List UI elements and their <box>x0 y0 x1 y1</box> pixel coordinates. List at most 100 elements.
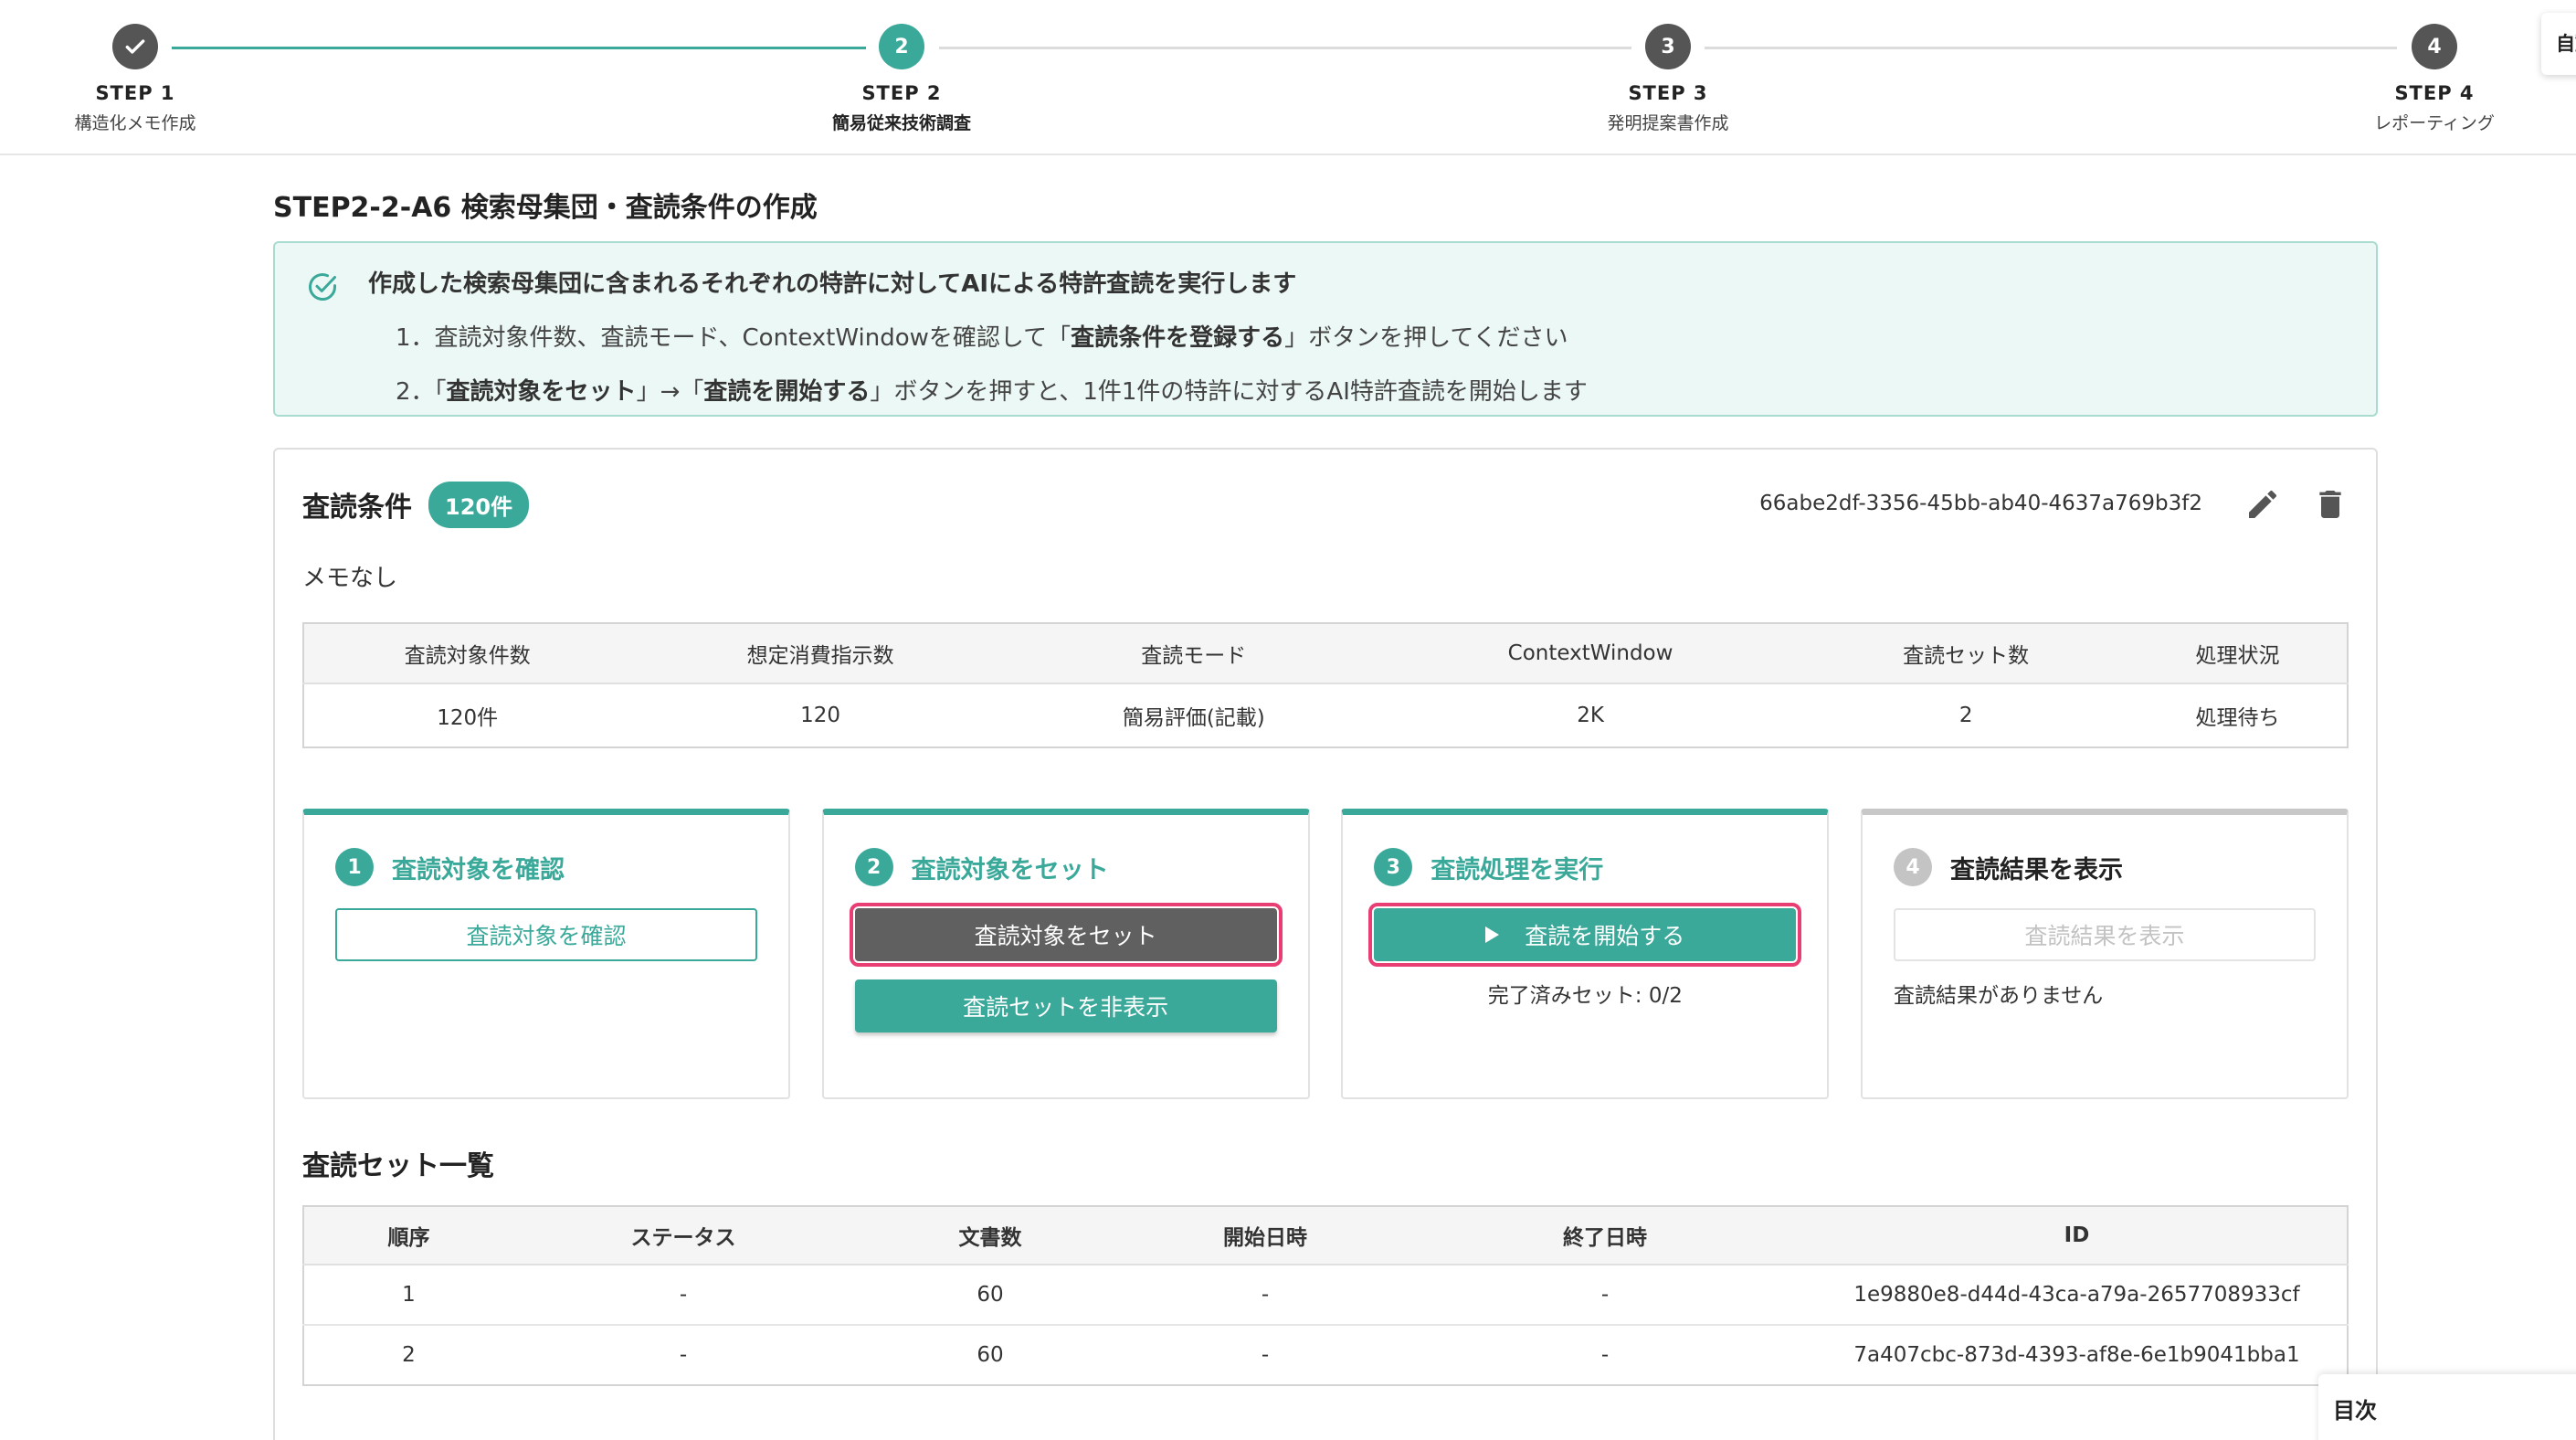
show-results-button[interactable]: 査読結果を表示 <box>1893 908 2316 961</box>
stepper: STEP 1 構造化メモ作成 2 STEP 2 簡易従来技術調査 3 STEP … <box>0 0 2576 155</box>
set-status: - <box>679 1343 688 1367</box>
info-line-2-prefix: 2．「 <box>396 378 447 406</box>
step-connector-2-3 <box>939 47 1631 49</box>
play-icon <box>1485 926 1500 943</box>
step-connector-3-4 <box>1705 47 2397 49</box>
set-docs: 60 <box>977 1343 1004 1367</box>
set-header-status: ステータス <box>513 1206 853 1265</box>
hide-sets-button[interactable]: 査読セットを非表示 <box>854 979 1277 1032</box>
set-header-end: 終了日時 <box>1403 1206 1807 1265</box>
confirm-target-button[interactable]: 査読対象を確認 <box>335 908 757 961</box>
info-line-2-bold-1: 査読対象をセット <box>446 378 637 406</box>
set-end: - <box>1600 1343 1610 1367</box>
step-4-label: STEP 4 <box>2394 82 2475 104</box>
action-number-2: 2 <box>854 848 893 886</box>
header-context-window: ContextWindow <box>1377 623 1804 684</box>
set-status: - <box>513 1265 853 1326</box>
header-set-count: 査読セット数 <box>1803 623 2129 684</box>
step-2-number: 2 <box>879 24 924 69</box>
value-set-count: 2 <box>1958 704 1973 727</box>
set-start: - <box>1261 1343 1270 1367</box>
action-title-2: 査読対象をセット <box>911 855 1109 884</box>
action-title-4: 査読結果を表示 <box>1949 855 2123 884</box>
set-end: - <box>1403 1265 1807 1326</box>
trash-icon[interactable] <box>2312 486 2349 523</box>
condition-table: 査読対象件数 想定消費指示数 査読モード ContextWindow 査読セット… <box>302 622 2349 748</box>
table-row[interactable]: 1 - 60 - - 1e9880e8-d44d-43ca-a79a-26577… <box>303 1265 2348 1326</box>
info-title: 作成した検索母集団に含まれるそれぞれの特許に対してAIによる特許査読を実行します <box>368 270 1297 298</box>
value-instruction-count: 120 <box>800 704 841 727</box>
header-instruction-count: 想定消費指示数 <box>630 623 1010 684</box>
info-line-1-suffix: 」ボタンを押してください <box>1284 324 1568 352</box>
step-3-sub: 発明提案書作成 <box>1607 113 1729 133</box>
action-number-1: 1 <box>335 848 374 886</box>
step-4-number: 4 <box>2412 24 2457 69</box>
check-icon <box>112 24 158 69</box>
info-line-1-prefix: 1．査読対象件数、査読モード、ContextWindowを確認して「 <box>396 324 1072 352</box>
set-table-header: 順序 ステータス 文書数 開始日時 終了日時 ID <box>303 1206 2348 1265</box>
action-title-3: 査読処理を実行 <box>1431 855 1604 884</box>
info-line-1-bold: 査読条件を登録する <box>1071 324 1285 352</box>
header-target-count: 査読対象件数 <box>303 623 631 684</box>
condition-table-row: 120件 120 簡易評価(記載) 2K 2 処理待ち <box>303 683 2348 747</box>
action-head-2: 2 査読対象をセット <box>854 848 1277 886</box>
start-review-button[interactable]: 査読を開始する <box>1368 903 1802 967</box>
step-4[interactable]: 4 STEP 4 レポーティング <box>2325 24 2544 134</box>
toc-button[interactable]: 目次 <box>2318 1374 2576 1440</box>
action-card-run: 3 査読処理を実行 査読を開始する 完了済みセット: 0/2 <box>1341 809 1830 1099</box>
header-review-mode: 査読モード <box>1009 623 1378 684</box>
action-head-4: 4 査読結果を表示 <box>1893 848 2316 886</box>
condition-id: 66abe2df-3356-45bb-ab40-4637a769b3f2 <box>1759 492 2202 515</box>
completed-sets-text: 完了済みセット: 0/2 <box>1487 984 1683 1008</box>
set-order: 2 <box>402 1343 416 1367</box>
step-2[interactable]: 2 STEP 2 簡易従来技術調査 <box>792 24 1011 134</box>
set-header-id: ID <box>1807 1206 2348 1265</box>
table-row[interactable]: 2 - 60 - - 7a407cbc-873d-4393-af8e-6e1b9… <box>303 1325 2348 1385</box>
set-header-start: 開始日時 <box>1127 1206 1403 1265</box>
step-3-number: 3 <box>1645 24 1691 69</box>
info-line-2-mid: 」→「 <box>636 378 704 406</box>
condition-card: 査読条件 120件 66abe2df-3356-45bb-ab40-4637a7… <box>273 448 2378 1440</box>
value-target-count: 120件 <box>437 706 499 730</box>
action-card-confirm: 1 査読対象を確認 査読対象を確認 <box>302 809 790 1099</box>
step-2-sub: 簡易従来技術調査 <box>831 113 971 133</box>
header-status: 処理状況 <box>2128 623 2348 684</box>
action-number-3: 3 <box>1374 848 1413 886</box>
step-3[interactable]: 3 STEP 3 発明提案書作成 <box>1558 24 1778 134</box>
value-status: 処理待ち <box>2195 706 2280 730</box>
action-head-1: 1 査読対象を確認 <box>335 848 757 886</box>
step-2-label: STEP 2 <box>861 82 942 104</box>
info-box: 作成した検索母集団に含まれるそれぞれの特許に対してAIによる特許査読を実行します… <box>273 241 2378 417</box>
step-1-label: STEP 1 <box>95 82 175 104</box>
action-row: 1 査読対象を確認 査読対象を確認 2 査読対象をセット 査読対象をセット 査読… <box>302 809 2349 1099</box>
main-content: STEP2-2-A6 検索母集団・査読条件の作成 作成した検索母集団に含まれるそ… <box>273 155 2378 1440</box>
step-3-label: STEP 3 <box>1628 82 1708 104</box>
step-1[interactable]: STEP 1 構造化メモ作成 <box>26 24 245 134</box>
step-1-sub: 構造化メモ作成 <box>74 113 196 133</box>
set-id: 1e9880e8-d44d-43ca-a79a-2657708933cf <box>1807 1265 2348 1326</box>
set-header-docs: 文書数 <box>853 1206 1127 1265</box>
action-number-4: 4 <box>1893 848 1932 886</box>
set-docs: 60 <box>853 1265 1127 1326</box>
set-id: 7a407cbc-873d-4393-af8e-6e1b9041bba1 <box>1853 1343 2300 1367</box>
info-line-2-bold-2: 査読を開始する <box>703 378 871 406</box>
set-header-order: 順序 <box>303 1206 513 1265</box>
auto-button[interactable]: 自動 <box>2541 13 2576 75</box>
step-4-sub: レポーティング <box>2374 113 2495 133</box>
condition-title: 査読条件 <box>302 492 412 524</box>
value-review-mode: 簡易評価(記載) <box>1122 706 1265 730</box>
edit-icon[interactable] <box>2244 486 2281 523</box>
memo-text: メモなし <box>302 565 398 592</box>
start-review-label: 査読を開始する <box>1525 923 1685 949</box>
check-circle-icon <box>309 273 336 301</box>
set-target-button[interactable]: 査読対象をセット <box>849 903 1283 967</box>
info-line-2-suffix: 」ボタンを押すと、1件1件の特許に対するAI特許査読を開始します <box>870 378 1588 406</box>
action-head-3: 3 査読処理を実行 <box>1374 848 1796 886</box>
value-context-window: 2K <box>1577 704 1604 727</box>
set-start: - <box>1127 1265 1403 1326</box>
info-line-2: 2．「査読対象をセット」→「査読を開始する」ボタンを押すと、1件1件の特許に対す… <box>396 373 2376 407</box>
count-badge: 120件 <box>428 481 530 528</box>
action-title-1: 査読対象を確認 <box>392 855 565 884</box>
page-title: STEP2-2-A6 検索母集団・査読条件の作成 <box>273 192 818 224</box>
set-list-title: 査読セット一覧 <box>302 1150 494 1182</box>
